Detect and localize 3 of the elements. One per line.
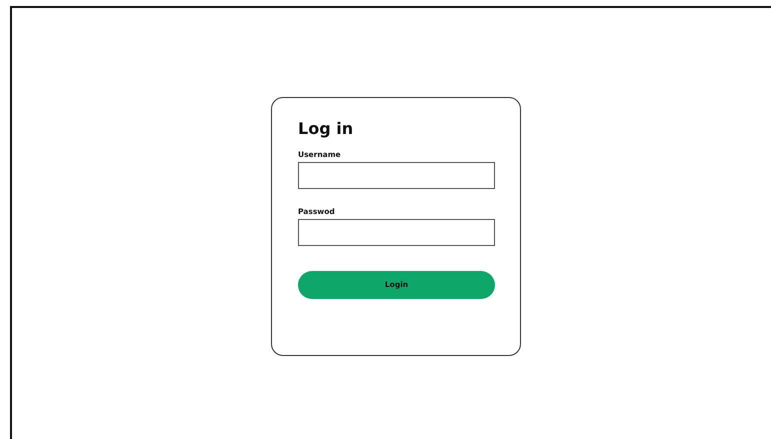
input-field[interactable] (298, 162, 495, 189)
form-title: Log in (298, 118, 354, 140)
input-field[interactable] (298, 219, 495, 246)
